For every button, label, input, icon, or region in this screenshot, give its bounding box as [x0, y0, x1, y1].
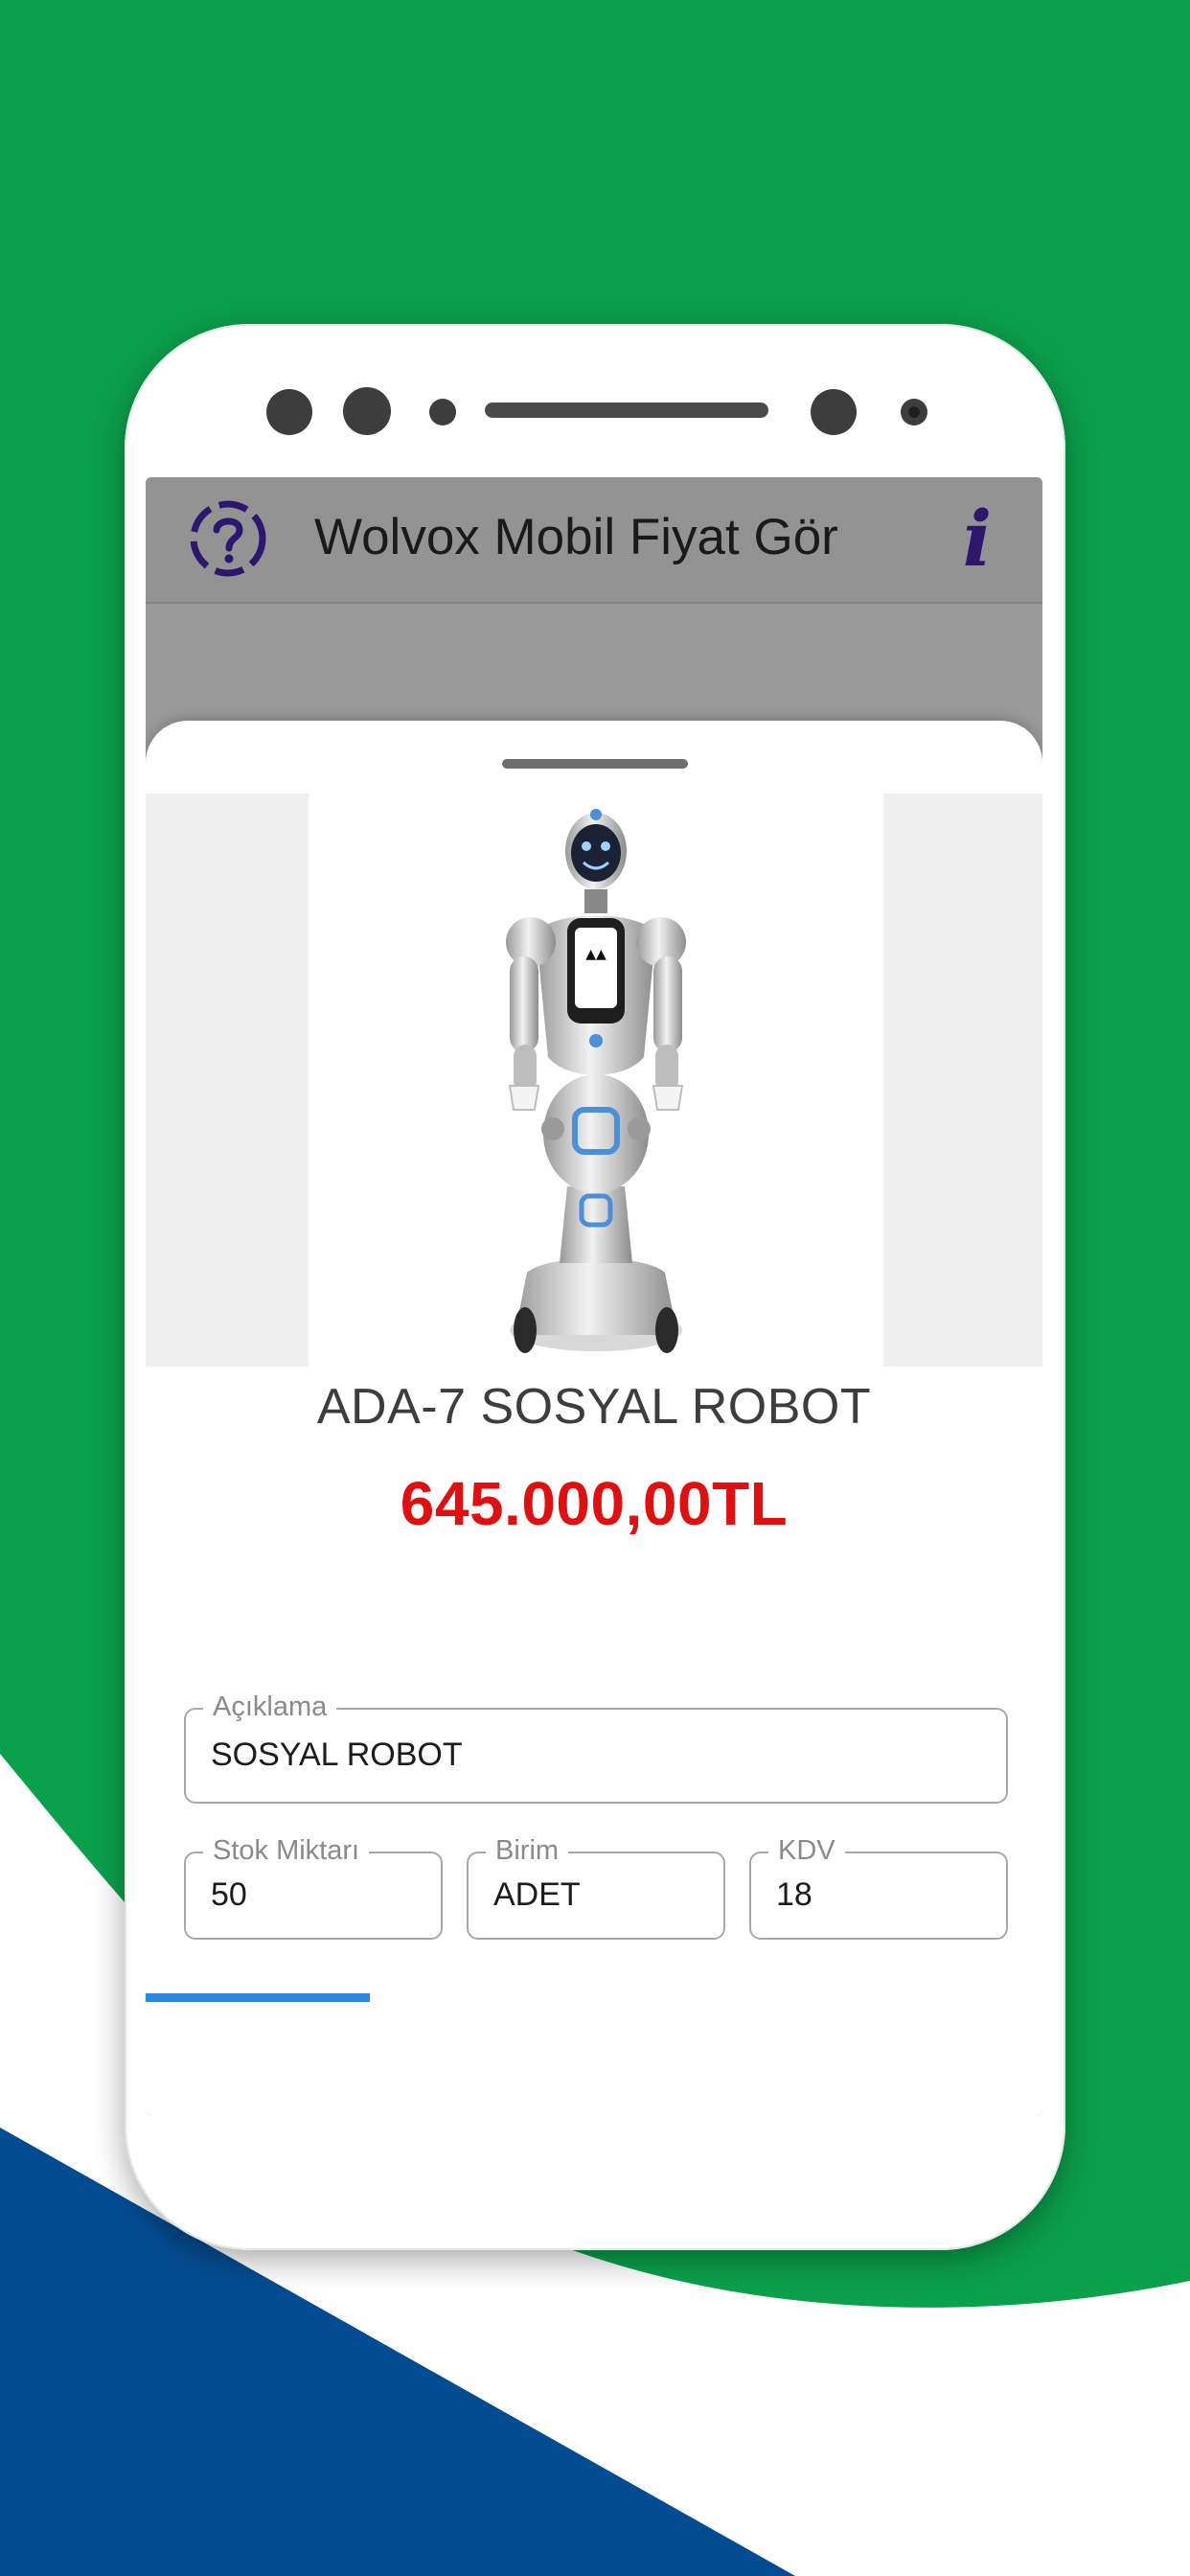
product-price: 645.000,00TL [400, 1469, 789, 1538]
earpiece-speaker [485, 402, 768, 418]
app-title: Wolvox Mobil Fiyat Gör [314, 509, 838, 565]
app-bar: Wolvox Mobil Fiyat Gör i [146, 477, 1042, 604]
proximity-sensor [429, 399, 456, 426]
unit-label: Birim [486, 1834, 569, 1867]
product-image-carousel[interactable]: ▲▲ [146, 794, 1042, 1367]
product-name: ADA-7 SOSYAL ROBOT [316, 1379, 872, 1435]
unit-field[interactable]: Birim ADET [467, 1834, 725, 1940]
svg-text:▲▲: ▲▲ [585, 947, 606, 962]
info-icon[interactable]: i [949, 493, 1006, 585]
front-camera [266, 389, 312, 435]
stock-quantity-value: 50 [211, 1876, 247, 1913]
stock-quantity-label: Stok Miktarı [203, 1834, 370, 1867]
sheet-drag-handle[interactable] [502, 759, 688, 769]
vat-value: 18 [776, 1876, 812, 1913]
question-circle-icon[interactable] [188, 498, 268, 579]
description-value: SOSYAL ROBOT [211, 1736, 463, 1773]
loading-progress-bar [146, 1993, 1042, 2002]
app-screen: Wolvox Mobil Fiyat Gör i ▲▲ ADA-7 SOSYAL… [146, 477, 1042, 2116]
light-sensor [901, 399, 927, 426]
robot-image: ▲▲ [309, 794, 883, 1367]
front-camera [811, 389, 857, 435]
vat-label: KDV [768, 1834, 845, 1867]
phone-frame: Wolvox Mobil Fiyat Gör i ▲▲ ADA-7 SOSYAL… [125, 324, 1065, 2250]
product-bottom-sheet: ▲▲ ADA-7 SOSYAL ROBOT 645.000,00TL Açıkl… [146, 721, 1042, 2116]
unit-value: ADET [493, 1876, 581, 1913]
front-camera [343, 387, 391, 435]
vat-field[interactable]: KDV 18 [749, 1834, 1008, 1940]
description-field[interactable]: Açıklama SOSYAL ROBOT [184, 1690, 1008, 1804]
stock-quantity-field[interactable]: Stok Miktarı 50 [184, 1834, 443, 1940]
loading-progress-fill [146, 1993, 370, 2002]
description-label: Açıklama [203, 1690, 337, 1723]
